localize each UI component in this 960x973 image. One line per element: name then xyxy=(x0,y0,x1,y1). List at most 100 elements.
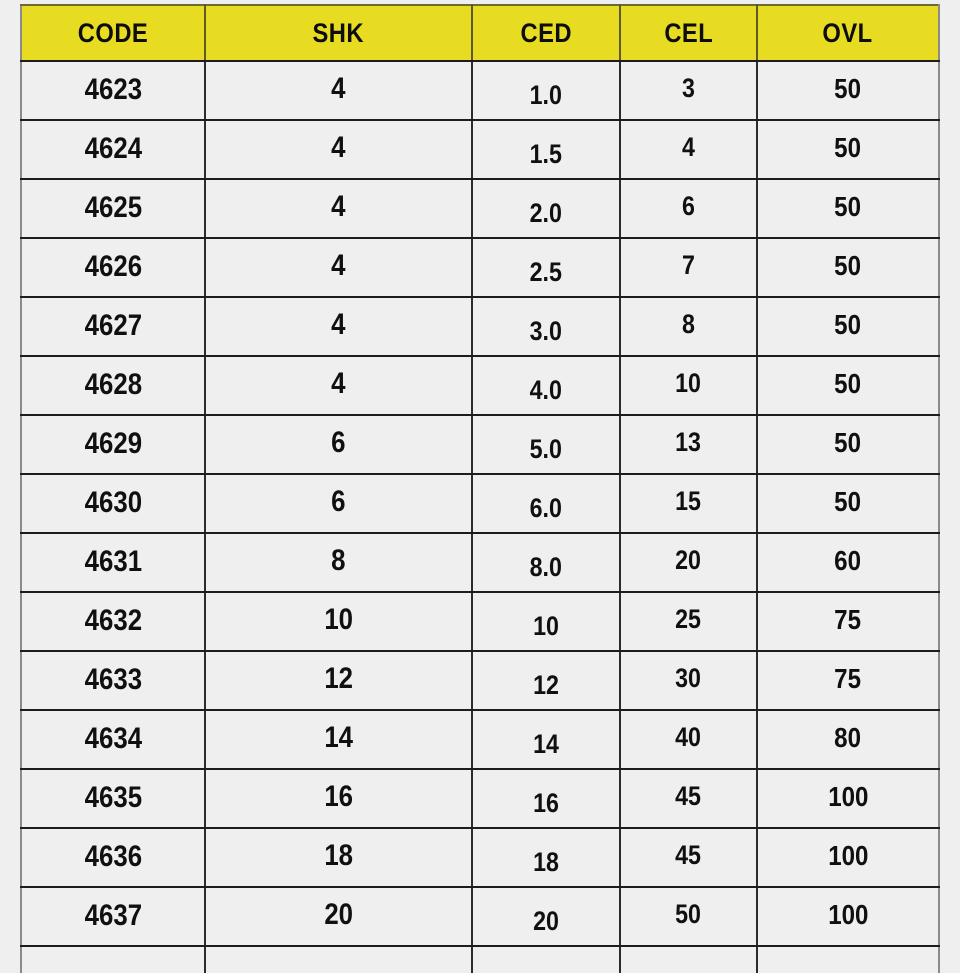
table-row[interactable]: 4631 8 8.0 20 60 xyxy=(20,533,940,593)
cell-ovl[interactable]: 60 xyxy=(757,533,940,593)
cell-code[interactable]: 4623 xyxy=(20,61,206,121)
table-row[interactable]: 4629 6 5.0 13 50 xyxy=(20,415,940,475)
cell-ced[interactable]: 2.5 xyxy=(472,238,621,298)
table-row[interactable]: 4624 4 1.5 4 50 xyxy=(20,120,940,180)
cell-shk[interactable]: 4 xyxy=(205,61,473,121)
cell-shk[interactable]: 4 xyxy=(205,297,473,357)
cell-shk[interactable]: 6 xyxy=(205,415,473,475)
cell-cel[interactable]: 30 xyxy=(620,651,758,711)
cell-cel[interactable]: 20 xyxy=(620,533,758,593)
cell-ovl[interactable]: 50 xyxy=(757,356,940,416)
cell-cel[interactable]: 13 xyxy=(620,415,758,475)
cell-cel[interactable]: 4 xyxy=(620,120,758,180)
cell-code[interactable] xyxy=(20,946,206,973)
table-row[interactable]: 4633 12 12 30 75 xyxy=(20,651,940,711)
cell-ovl[interactable]: 75 xyxy=(757,651,940,711)
cell-ced[interactable]: 16 xyxy=(472,769,621,829)
cell-cel[interactable]: 6 xyxy=(620,179,758,239)
table-row-clipped[interactable] xyxy=(20,946,940,973)
cell-ovl[interactable]: 75 xyxy=(757,592,940,652)
cell-ced[interactable]: 1.5 xyxy=(472,120,621,180)
cell-code[interactable]: 4630 xyxy=(20,474,206,534)
table-row[interactable]: 4623 4 1.0 3 50 xyxy=(20,61,940,121)
cell-ced[interactable]: 12 xyxy=(472,651,621,711)
cell-ovl[interactable]: 50 xyxy=(757,120,940,180)
cell-code[interactable]: 4629 xyxy=(20,415,206,475)
column-header-ovl[interactable]: OVL xyxy=(757,4,940,62)
cell-shk[interactable]: 20 xyxy=(205,887,473,947)
cell-ced[interactable]: 4.0 xyxy=(472,356,621,416)
cell-code[interactable]: 4625 xyxy=(20,179,206,239)
cell-ovl[interactable]: 80 xyxy=(757,710,940,770)
cell-cel[interactable]: 7 xyxy=(620,238,758,298)
table-row[interactable]: 4630 6 6.0 15 50 xyxy=(20,474,940,534)
cell-ced[interactable]: 1.0 xyxy=(472,61,621,121)
table-row[interactable]: 4634 14 14 40 80 xyxy=(20,710,940,770)
table-row[interactable]: 4637 20 20 50 100 xyxy=(20,887,940,947)
cell-ovl[interactable]: 100 xyxy=(757,769,940,829)
table-row[interactable]: 4627 4 3.0 8 50 xyxy=(20,297,940,357)
cell-ced[interactable]: 8.0 xyxy=(472,533,621,593)
cell-ced[interactable]: 2.0 xyxy=(472,179,621,239)
cell-shk[interactable]: 8 xyxy=(205,533,473,593)
cell-code[interactable]: 4636 xyxy=(20,828,206,888)
cell-ovl[interactable]: 100 xyxy=(757,828,940,888)
cell-ovl[interactable]: 50 xyxy=(757,61,940,121)
cell-cel[interactable]: 25 xyxy=(620,592,758,652)
table-row[interactable]: 4635 16 16 45 100 xyxy=(20,769,940,829)
cell-code[interactable]: 4624 xyxy=(20,120,206,180)
cell-ovl[interactable]: 50 xyxy=(757,238,940,298)
cell-ovl[interactable]: 100 xyxy=(757,887,940,947)
column-header-ced[interactable]: CED xyxy=(472,4,621,62)
cell-cel[interactable]: 8 xyxy=(620,297,758,357)
column-header-cel[interactable]: CEL xyxy=(620,4,758,62)
cell-code[interactable]: 4628 xyxy=(20,356,206,416)
cell-cel[interactable] xyxy=(620,946,758,973)
cell-ovl[interactable]: 50 xyxy=(757,415,940,475)
table-row[interactable]: 4636 18 18 45 100 xyxy=(20,828,940,888)
cell-code[interactable]: 4634 xyxy=(20,710,206,770)
column-header-shk[interactable]: SHK xyxy=(205,4,473,62)
cell-ced[interactable]: 20 xyxy=(472,887,621,947)
cell-ovl[interactable]: 50 xyxy=(757,297,940,357)
cell-shk[interactable]: 16 xyxy=(205,769,473,829)
cell-cel[interactable]: 45 xyxy=(620,769,758,829)
cell-code[interactable]: 4626 xyxy=(20,238,206,298)
cell-ced[interactable]: 5.0 xyxy=(472,415,621,475)
cell-shk[interactable]: 4 xyxy=(205,238,473,298)
cell-ced[interactable]: 14 xyxy=(472,710,621,770)
cell-shk[interactable]: 4 xyxy=(205,120,473,180)
cell-ced[interactable] xyxy=(472,946,621,973)
cell-cel[interactable]: 45 xyxy=(620,828,758,888)
cell-ovl[interactable] xyxy=(757,946,940,973)
table-row[interactable]: 4632 10 10 25 75 xyxy=(20,592,940,652)
cell-shk[interactable]: 6 xyxy=(205,474,473,534)
cell-ovl[interactable]: 50 xyxy=(757,179,940,239)
table-row[interactable]: 4626 4 2.5 7 50 xyxy=(20,238,940,298)
cell-shk[interactable]: 4 xyxy=(205,356,473,416)
cell-ced[interactable]: 18 xyxy=(472,828,621,888)
cell-shk[interactable]: 10 xyxy=(205,592,473,652)
cell-shk[interactable]: 12 xyxy=(205,651,473,711)
table-row[interactable]: 4625 4 2.0 6 50 xyxy=(20,179,940,239)
cell-shk[interactable]: 4 xyxy=(205,179,473,239)
cell-cel[interactable]: 10 xyxy=(620,356,758,416)
cell-code[interactable]: 4627 xyxy=(20,297,206,357)
cell-ovl[interactable]: 50 xyxy=(757,474,940,534)
cell-ced[interactable]: 6.0 xyxy=(472,474,621,534)
cell-cel[interactable]: 3 xyxy=(620,61,758,121)
cell-shk[interactable]: 18 xyxy=(205,828,473,888)
cell-cel[interactable]: 50 xyxy=(620,887,758,947)
cell-shk[interactable] xyxy=(205,946,473,973)
cell-cel[interactable]: 15 xyxy=(620,474,758,534)
cell-code[interactable]: 4633 xyxy=(20,651,206,711)
column-header-code[interactable]: CODE xyxy=(20,4,206,62)
cell-code[interactable]: 4635 xyxy=(20,769,206,829)
cell-shk[interactable]: 14 xyxy=(205,710,473,770)
cell-ced[interactable]: 3.0 xyxy=(472,297,621,357)
cell-ced[interactable]: 10 xyxy=(472,592,621,652)
cell-code[interactable]: 4637 xyxy=(20,887,206,947)
cell-code[interactable]: 4631 xyxy=(20,533,206,593)
cell-cel[interactable]: 40 xyxy=(620,710,758,770)
cell-code[interactable]: 4632 xyxy=(20,592,206,652)
